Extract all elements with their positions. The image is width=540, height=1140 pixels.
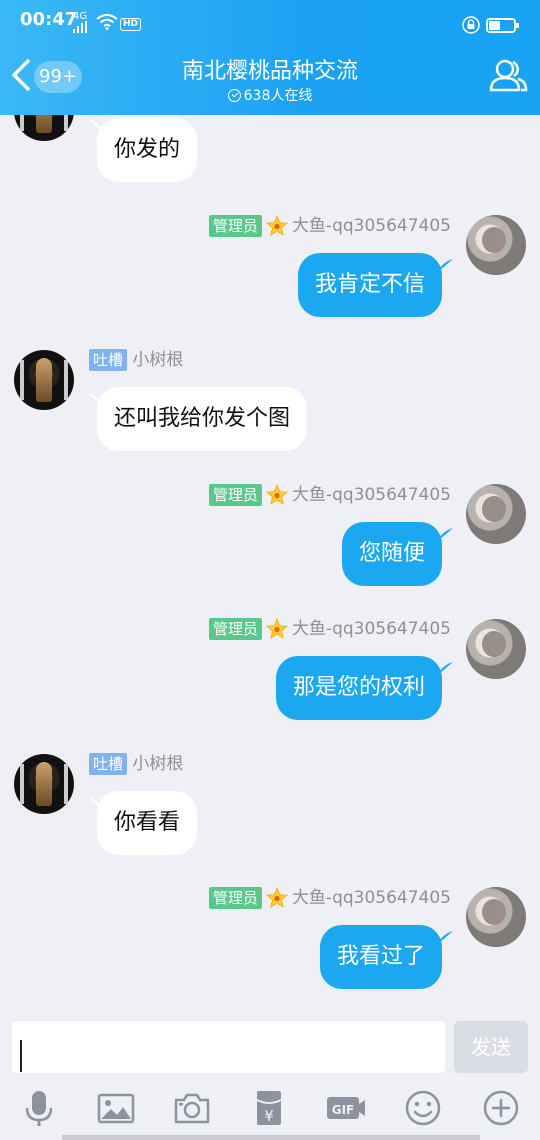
sender-meta: 吐槽 小树根 [89,753,183,775]
svg-text:GIF: GIF [332,1103,355,1117]
sender-avatar[interactable] [14,115,74,141]
role-tag-tucao: 吐槽 [89,349,128,371]
toolbar: ¥ GIF [0,1088,540,1132]
message-input[interactable] [12,1021,445,1073]
sender-avatar[interactable] [14,754,74,814]
network-type: 4G [73,11,88,22]
emoji-icon[interactable] [403,1088,443,1132]
bubble-tail [439,528,453,540]
sender-name[interactable]: 小树根 [132,753,183,775]
sender-meta: 管理员 大鱼-qq305647405 [208,618,451,640]
sender-avatar[interactable] [466,619,526,679]
sender-meta: 吐槽 小树根 [89,349,183,371]
message-bubble[interactable]: 你看看 [97,791,198,855]
status-time: 00:47 [20,9,78,30]
sender-name[interactable]: 大鱼-qq305647405 [292,887,451,909]
battery-icon [486,18,519,33]
bubble-tail [439,931,453,943]
message-bubble[interactable]: 我肯定不信 [297,253,442,317]
group-title: 南北樱桃品种交流 [181,59,358,84]
camera-icon[interactable] [172,1088,212,1132]
role-tag-admin: 管理员 [208,215,262,237]
sender-avatar[interactable] [466,887,526,947]
plus-icon[interactable] [481,1088,521,1132]
message-bubble[interactable]: 您随便 [341,522,442,586]
sender-avatar[interactable] [14,350,74,410]
gesture-bar [62,1135,480,1140]
chat-header: 00:47 4G HD 99+ 南北樱桃品种交流 638人在线 [0,0,540,115]
message-bubble[interactable]: 那是您的权利 [275,656,442,720]
sender-avatar[interactable] [466,215,526,275]
gif-icon[interactable]: GIF [326,1088,366,1132]
sender-avatar[interactable] [466,484,526,544]
mic-icon[interactable] [19,1088,59,1132]
online-count-text: 638人在线 [243,88,313,104]
message-bubble[interactable]: 还叫我给你发个图 [97,387,308,451]
star-icon [265,618,288,639]
online-count[interactable]: 638人在线 [0,85,540,105]
lock-icon [462,16,480,34]
status-bar: 00:47 4G HD [0,0,540,40]
sender-name[interactable]: 大鱼-qq305647405 [292,484,451,506]
bubble-tail [439,259,453,271]
svg-text:¥: ¥ [264,1107,274,1125]
hd-icon: HD [120,18,142,31]
message-bubble[interactable]: 你发的 [97,118,198,182]
send-button[interactable]: 发送 [454,1021,528,1073]
group-members-icon[interactable] [488,56,528,96]
online-check-icon [227,89,241,102]
message-bubble[interactable]: 我看过了 [319,925,442,989]
star-icon [265,887,288,908]
sender-meta: 管理员 大鱼-qq305647405 [208,484,451,506]
signal-icon: 4G [73,12,87,33]
message-list[interactable]: 你发的 管理员 大鱼-qq305647405 我肯定不信 吐槽 小树根 还叫我给你… [0,115,540,1010]
red-packet-icon[interactable]: ¥ [249,1088,289,1132]
text-caret [20,1040,22,1072]
image-icon[interactable] [96,1088,136,1132]
role-tag-admin: 管理员 [208,887,262,909]
sender-name[interactable]: 小树根 [132,349,183,371]
sender-name[interactable]: 大鱼-qq305647405 [292,215,451,237]
sender-meta: 管理员 大鱼-qq305647405 [208,887,451,909]
star-icon [265,484,288,505]
star-icon [265,215,288,236]
bubble-tail [439,662,453,674]
role-tag-tucao: 吐槽 [89,753,128,775]
sender-meta: 管理员 大鱼-qq305647405 [208,215,451,237]
chat-screen: 00:47 4G HD 99+ 南北樱桃品种交流 638人在线 你发的 管理员 … [0,0,540,1140]
wifi-icon [96,14,118,30]
role-tag-admin: 管理员 [208,618,262,640]
role-tag-admin: 管理员 [208,484,262,506]
sender-name[interactable]: 大鱼-qq305647405 [292,618,451,640]
composer-bar: 发送 ¥ GIF [0,1010,540,1140]
